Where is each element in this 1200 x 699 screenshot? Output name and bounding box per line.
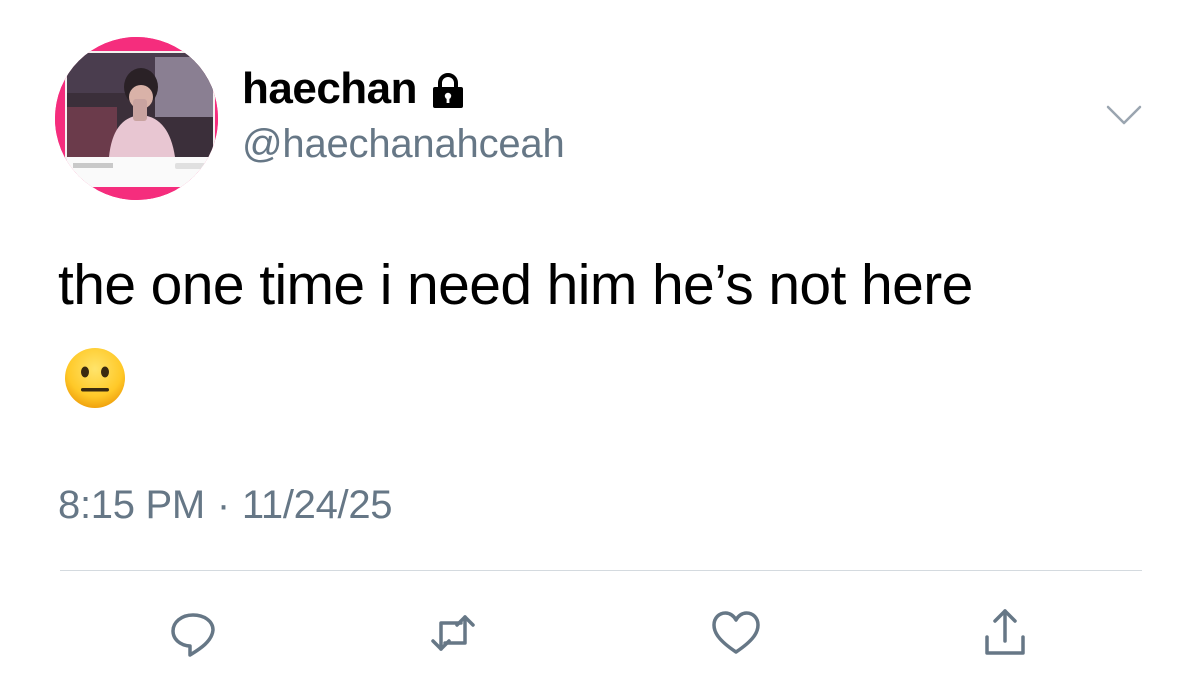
avatar[interactable]	[55, 37, 218, 200]
tweet-time: 8:15 PM	[58, 483, 205, 527]
tweet-timestamp[interactable]: 8:15 PM · 11/24/25	[58, 480, 393, 530]
share-icon[interactable]	[977, 605, 1033, 661]
timestamp-separator: ·	[216, 483, 230, 527]
profile-photo	[55, 37, 218, 200]
neutral-face-emoji	[65, 348, 125, 408]
tweet-text: the one time i need him he’s not here	[58, 253, 973, 317]
lock-icon	[433, 73, 464, 108]
display-name[interactable]: haechan	[242, 62, 418, 116]
heart-icon[interactable]	[708, 605, 764, 661]
chevron-down-icon[interactable]	[1104, 101, 1144, 129]
tweet-date: 11/24/25	[241, 483, 393, 527]
retweet-icon[interactable]	[425, 605, 481, 661]
name-row: haechan	[242, 62, 465, 116]
reply-icon[interactable]	[165, 605, 221, 661]
user-handle[interactable]: @haechanahceah	[242, 118, 565, 170]
divider	[60, 570, 1142, 571]
tweet-card: haechan @haechanahceah the one time i ne…	[0, 0, 1200, 699]
